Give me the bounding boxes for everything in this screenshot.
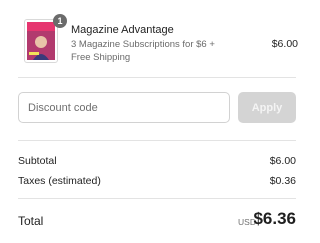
apply-discount-button[interactable]: Apply: [238, 92, 296, 123]
subtotal-label: Subtotal: [18, 155, 57, 167]
total-value: $6.36: [253, 209, 296, 228]
divider: [18, 77, 296, 78]
taxes-label: Taxes (estimated): [18, 175, 101, 187]
magazine-cover-icon: [27, 22, 55, 60]
taxes-value: $0.36: [269, 175, 296, 187]
divider: [18, 198, 296, 199]
cart-line-item: 1 Magazine Advantage 3 Magazine Subscrip…: [18, 10, 298, 74]
subtotal-value: $6.00: [269, 155, 296, 167]
product-description: 3 Magazine Subscriptions for $6 + Free S…: [71, 39, 215, 63]
product-title: Magazine Advantage: [71, 24, 174, 36]
discount-code-input[interactable]: [18, 92, 230, 123]
product-price: $6.00: [271, 38, 298, 50]
taxes-row: Taxes (estimated) $0.36: [18, 175, 296, 187]
product-thumbnail: [24, 19, 58, 63]
quantity-badge: 1: [53, 14, 67, 28]
subtotal-row: Subtotal $6.00: [18, 155, 296, 167]
divider: [18, 140, 296, 141]
total-label: Total: [18, 214, 44, 228]
